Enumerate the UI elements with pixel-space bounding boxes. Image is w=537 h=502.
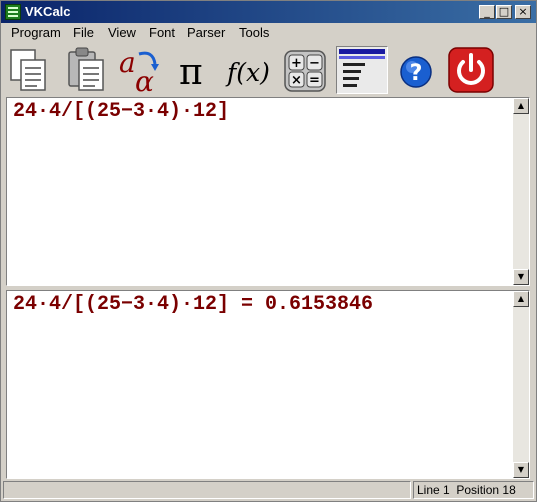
greek-letters-button[interactable]: a α <box>117 46 163 98</box>
menu-program[interactable]: Program <box>11 25 61 40</box>
app-window: VKCalc _ □ × Program File View Font Pars… <box>0 0 537 502</box>
operators-button[interactable]: + − × = <box>283 46 329 94</box>
calculator-icon[interactable] <box>5 4 21 20</box>
help-glyph: ? <box>410 61 423 86</box>
menu-font[interactable]: Font <box>149 25 175 40</box>
copy-icon <box>10 49 46 91</box>
scroll-up-button[interactable]: ▲ <box>513 98 529 114</box>
close-button[interactable]: × <box>515 5 531 19</box>
svg-text:×: × <box>291 73 302 88</box>
format-button[interactable] <box>336 46 388 94</box>
help-icon: ? <box>400 56 432 88</box>
pi-icon: π <box>179 52 203 93</box>
menu-file[interactable]: File <box>73 25 94 40</box>
format-icon <box>339 49 385 87</box>
svg-text:−: − <box>309 56 320 71</box>
input-scrollbar[interactable]: ▲ ▼ <box>513 98 529 285</box>
power-icon <box>448 47 494 93</box>
status-message <box>3 481 411 499</box>
status-bar: Line 1 Position 18 <box>1 481 536 501</box>
menu-parser[interactable]: Parser <box>187 25 225 40</box>
menu-view[interactable]: View <box>108 25 136 40</box>
constants-button[interactable]: π <box>173 46 219 94</box>
status-position: Line 1 Position 18 <box>413 481 534 499</box>
menu-bar: Program File View Font Parser Tools <box>1 23 536 43</box>
paste-button[interactable] <box>63 46 109 94</box>
pi-glyph: π <box>179 52 203 93</box>
scroll-up-button[interactable]: ▲ <box>513 291 529 307</box>
help-button[interactable]: ? <box>394 46 440 94</box>
svg-text:=: = <box>309 73 320 88</box>
functions-button[interactable]: f(x) <box>225 46 271 94</box>
greek-letters-icon: a α <box>119 46 159 98</box>
menu-tools[interactable]: Tools <box>239 25 269 40</box>
exit-button[interactable] <box>447 46 494 94</box>
svg-text:+: + <box>291 56 302 71</box>
minimize-button[interactable]: _ <box>479 5 495 19</box>
operators-icon: + − × = <box>284 50 326 92</box>
title-bar[interactable]: VKCalc _ □ × <box>1 1 536 23</box>
function-icon: f(x) <box>225 58 270 87</box>
paste-icon <box>68 47 104 91</box>
output-editor[interactable]: 24·4/[(25−3·4)·12] = 0.6153846 ▲ ▼ <box>6 290 530 479</box>
status-position-value: Position 18 <box>456 483 516 497</box>
status-line: Line 1 <box>417 483 450 497</box>
fx-glyph: f(x) <box>225 58 270 87</box>
maximize-button[interactable]: □ <box>496 5 512 19</box>
toolbar: a α π f(x) + − × = ? <box>1 43 536 98</box>
copy-button[interactable] <box>7 46 53 94</box>
input-expression[interactable]: 24·4/[(25−3·4)·12] <box>13 100 229 123</box>
scroll-down-button[interactable]: ▼ <box>513 269 529 285</box>
latin-a-glyph: a <box>119 46 136 79</box>
greek-alpha-glyph: α <box>135 65 154 94</box>
output-scrollbar[interactable]: ▲ ▼ <box>513 291 529 478</box>
input-editor[interactable]: 24·4/[(25−3·4)·12] ▲ ▼ <box>6 97 530 286</box>
output-result[interactable]: 24·4/[(25−3·4)·12] = 0.6153846 <box>13 293 373 316</box>
scroll-down-button[interactable]: ▼ <box>513 462 529 478</box>
window-title: VKCalc <box>25 4 71 19</box>
